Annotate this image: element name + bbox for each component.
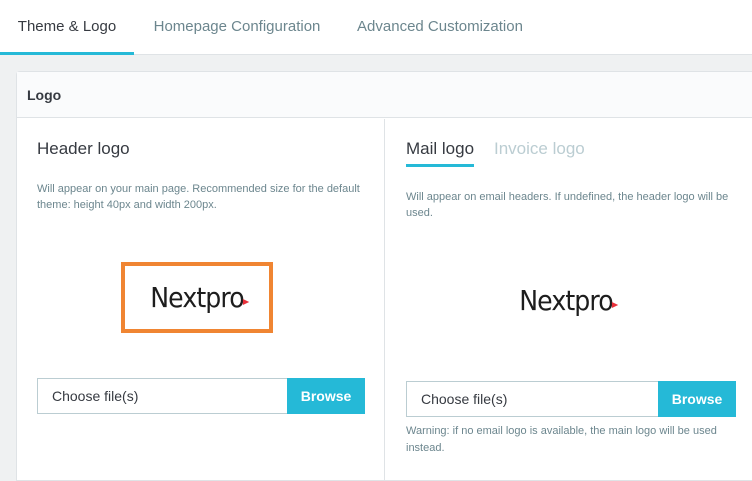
mail-logo-file-upload: Choose file(s) Browse (406, 381, 736, 417)
header-logo-description: Will appear on your main page. Recommend… (37, 183, 360, 211)
header-logo-section: Header logo Will appear on your main pag… (17, 119, 385, 481)
tab-advanced-customization[interactable]: Advanced Customization (346, 0, 534, 55)
mail-logo-file-input[interactable]: Choose file(s) (406, 381, 658, 417)
header-logo-preview: Nextpro (121, 262, 273, 333)
mail-logo-description: Will appear on email headers. If undefin… (406, 191, 729, 219)
header-logo-file-upload: Choose file(s) Browse (37, 378, 365, 414)
logo-text: Nextpro (150, 281, 245, 314)
tab-invoice-logo[interactable]: Invoice logo (494, 139, 585, 159)
card-title: Logo (17, 72, 752, 118)
logo-image: Nextpro (150, 281, 250, 314)
mail-logo-section: Mail logo Invoice logo Will appear on em… (386, 119, 752, 481)
header-logo-browse-button[interactable]: Browse (287, 378, 365, 414)
logo-arrow-icon (611, 302, 619, 308)
mail-logo-preview: Nextpro (506, 284, 626, 317)
header-logo-file-input[interactable]: Choose file(s) (37, 378, 287, 414)
tab-theme-logo[interactable]: Theme & Logo (0, 0, 134, 55)
logo-text: Nextpro (519, 284, 614, 317)
header-logo-title: Header logo (37, 139, 130, 158)
tab-mail-logo[interactable]: Mail logo (406, 139, 475, 167)
tab-homepage-configuration[interactable]: Homepage Configuration (141, 0, 333, 55)
tab-bar: Theme & Logo Homepage Configuration Adva… (0, 0, 752, 55)
logo-card: Logo Header logo Will appear on your mai… (16, 71, 752, 481)
mail-logo-browse-button[interactable]: Browse (658, 381, 736, 417)
logo-image: Nextpro (519, 284, 619, 317)
mail-logo-warning: Warning: if no email logo is available, … (406, 425, 717, 454)
logo-arrow-icon (242, 299, 250, 305)
